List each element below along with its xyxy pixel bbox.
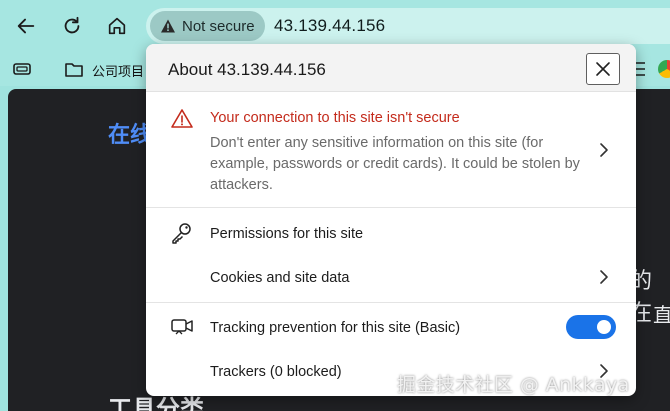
watermark-text: 掘金技术社区 @ Ankkaya xyxy=(397,374,630,396)
refresh-icon xyxy=(64,16,80,34)
refresh-button[interactable] xyxy=(55,9,89,43)
address-bar[interactable]: Not secure 43.139.44.156 xyxy=(146,8,670,44)
site-info-popup: About 43.139.44.156 Your connection to t… xyxy=(146,44,636,396)
chrome-favicon-icon[interactable] xyxy=(658,60,670,78)
back-arrow-icon xyxy=(17,18,35,34)
popup-title: About 43.139.44.156 xyxy=(168,60,326,79)
trackers-link[interactable]: Trackers (0 blocked) xyxy=(210,364,342,380)
home-icon xyxy=(108,17,126,35)
popup-header: About 43.139.44.156 xyxy=(146,44,636,92)
folder-icon xyxy=(65,63,83,77)
tracking-heading: Tracking prevention for this site (Basic… xyxy=(210,320,461,336)
chevron-right-icon[interactable] xyxy=(596,269,612,285)
close-icon xyxy=(596,62,610,76)
tracking-toggle[interactable] xyxy=(566,315,616,339)
insecure-heading: Your connection to this site isn't secur… xyxy=(210,110,460,126)
warning-triangle-icon xyxy=(161,19,175,33)
permissions-section: Permissions for this site Cookies and si… xyxy=(146,209,636,303)
insecure-description: Don't enter any sensitive information on… xyxy=(210,135,580,193)
permissions-heading: Permissions for this site xyxy=(210,226,364,242)
back-button[interactable] xyxy=(9,9,43,43)
toggle-knob xyxy=(597,320,611,334)
close-button[interactable] xyxy=(586,53,620,85)
page-text-fragment-2: 直 xyxy=(653,303,670,327)
site-info-button[interactable]: Not secure xyxy=(150,11,265,41)
cookies-link[interactable]: Cookies and site data xyxy=(210,270,349,286)
security-status-label: Not secure xyxy=(182,17,255,35)
collections-icon[interactable] xyxy=(12,60,32,78)
tracking-camera-icon xyxy=(171,319,193,335)
key-icon xyxy=(172,223,191,244)
home-button[interactable] xyxy=(100,9,134,43)
url-text[interactable]: 43.139.44.156 xyxy=(274,16,385,36)
connection-status-row[interactable]: Your connection to this site isn't secur… xyxy=(146,93,636,208)
chevron-right-icon xyxy=(600,143,608,157)
warning-triangle-icon xyxy=(171,109,193,128)
bookmark-folder-label[interactable]: 公司项目 xyxy=(92,61,144,80)
